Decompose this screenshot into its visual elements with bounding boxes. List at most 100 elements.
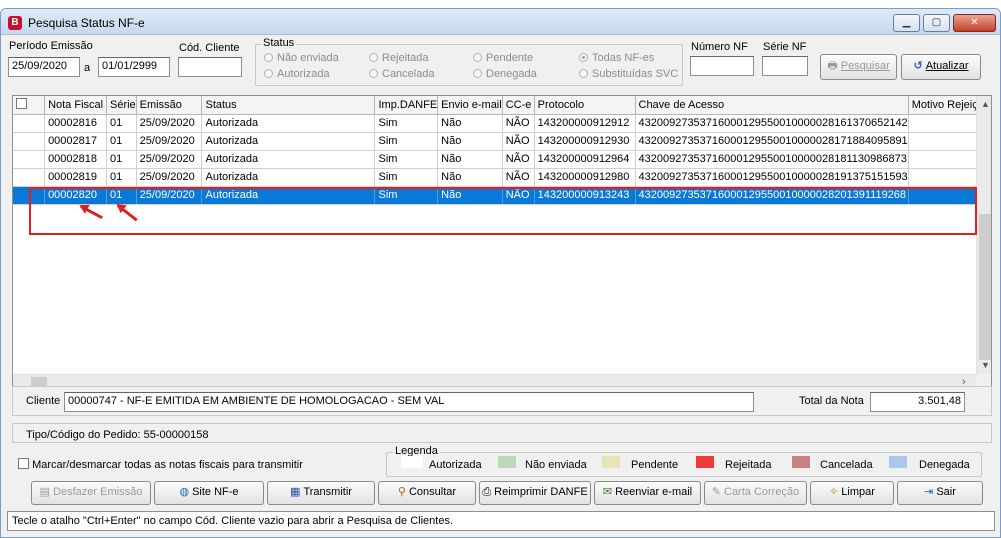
main-window: B Pesquisa Status NF-e ▁ ▢ ✕ Período Emi… — [0, 8, 1001, 538]
row-checkbox-cell[interactable] — [13, 132, 46, 151]
search-icon: 🖶 — [827, 60, 838, 72]
status-bar: Tecle o atalho "Ctrl+Enter" no campo Cód… — [7, 511, 995, 531]
minimize-button[interactable]: ▁ — [893, 14, 920, 32]
col-envio-email[interactable]: Envio e-mail — [437, 96, 503, 115]
cell-status: Autorizada — [201, 168, 376, 187]
radio-cancelada[interactable]: Cancelada — [369, 68, 435, 80]
legend-label-pendente: Pendente — [631, 459, 679, 471]
col-serie[interactable]: Série — [106, 96, 137, 115]
cell-cce: NÃO — [502, 150, 535, 169]
serie-nf-label: Série NF — [763, 41, 807, 53]
letter-icon: ✎ — [711, 486, 721, 498]
numero-nf-label: Número NF — [691, 41, 748, 53]
radio-nao-enviada[interactable]: Não enviada — [264, 52, 339, 64]
legend-label-denegada: Denegada — [919, 459, 970, 471]
col-cce[interactable]: CC-e — [502, 96, 535, 115]
radio-dot-icon — [369, 69, 378, 78]
cell-protocolo: 143200000912980 — [534, 168, 636, 187]
title-bar: B Pesquisa Status NF-e ▁ ▢ ✕ — [1, 9, 1000, 35]
nfe-grid[interactable]: Nota Fiscal Série Emissão Status Imp.DAN… — [12, 95, 992, 390]
legend-label-rejeitada: Rejeitada — [725, 459, 772, 471]
row-checkbox-cell[interactable] — [13, 114, 46, 133]
checkbox-icon[interactable] — [18, 458, 29, 469]
row-checkbox-cell[interactable] — [13, 168, 46, 187]
scroll-down-icon[interactable]: ▼ — [981, 360, 990, 370]
table-row[interactable]: 00002818 01 25/09/2020 Autorizada Sim Nã… — [13, 150, 991, 169]
col-chave-acesso[interactable]: Chave de Acesso — [635, 96, 909, 115]
cell-emissao: 25/09/2020 — [136, 150, 203, 169]
cell-protocolo: 143200000912912 — [534, 114, 636, 133]
radio-autorizada[interactable]: Autorizada — [264, 68, 330, 80]
checkbox-icon[interactable] — [16, 98, 27, 110]
radio-todas[interactable]: Todas NF-es — [579, 52, 654, 64]
table-row[interactable]: 00002819 01 25/09/2020 Autorizada Sim Nã… — [13, 168, 991, 187]
cell-serie: 01 — [106, 114, 137, 133]
radio-dot-icon — [264, 69, 273, 78]
radio-dot-icon — [473, 53, 482, 62]
col-protocolo[interactable]: Protocolo — [534, 96, 636, 115]
cell-serie: 01 — [106, 168, 137, 187]
cell-email: Não — [437, 132, 503, 151]
date-to-input[interactable]: 01/01/2999 — [98, 57, 170, 77]
scroll-thumb[interactable] — [979, 214, 991, 360]
radio-rejeitada[interactable]: Rejeitada — [369, 52, 428, 64]
col-imp-danfe[interactable]: Imp.DANFE — [374, 96, 439, 115]
cell-serie: 01 — [106, 150, 137, 169]
cell-cce: NÃO — [502, 114, 535, 133]
cell-serie: 01 — [106, 132, 137, 151]
reimprimir-danfe-button[interactable]: ⎙ Reimprimir DANFE — [479, 481, 591, 505]
close-button[interactable]: ✕ — [953, 14, 996, 32]
table-row[interactable]: 00002817 01 25/09/2020 Autorizada Sim Nã… — [13, 132, 991, 151]
cell-email: Não — [437, 150, 503, 169]
cell-danfe: Sim — [374, 114, 439, 133]
app-icon: B — [8, 16, 22, 30]
cell-chave: 4320092735371600012955001000002819137515… — [635, 168, 909, 187]
select-all-header[interactable] — [13, 96, 46, 115]
radio-pendente[interactable]: Pendente — [473, 52, 533, 64]
cell-status: Autorizada — [201, 114, 376, 133]
col-nota-fiscal[interactable]: Nota Fiscal — [44, 96, 107, 115]
numero-nf-input[interactable] — [690, 56, 754, 76]
exit-icon: ⇥ — [924, 486, 934, 498]
reenviar-email-button[interactable]: ✉ Reenviar e-mail — [594, 481, 701, 505]
vertical-scrollbar[interactable]: ▲ ▼ — [976, 96, 991, 374]
carta-correcao-button[interactable]: ✎ Carta Correção — [704, 481, 807, 505]
date-separator: a — [84, 62, 91, 74]
transmitir-button[interactable]: ▦ Transmitir — [267, 481, 375, 505]
atualizar-button[interactable]: ↺ Atualizar — [901, 54, 981, 80]
undo-doc-icon: ▤ — [39, 486, 51, 498]
maximize-button[interactable]: ▢ — [923, 14, 950, 32]
radio-substituidas[interactable]: Substituídas SVC — [579, 68, 678, 80]
consultar-button[interactable]: ⚲ Consultar — [378, 481, 476, 505]
cliente-label: Cliente — [26, 395, 61, 407]
scroll-up-icon[interactable]: ▲ — [981, 99, 990, 109]
cell-nota: 00002816 — [44, 114, 107, 133]
radio-dot-icon — [473, 69, 482, 78]
cell-status: Autorizada — [201, 132, 376, 151]
marcar-todas-checkbox[interactable]: Marcar/desmarcar todas as notas fiscais … — [18, 458, 303, 471]
printer-icon: ⎙ — [482, 486, 492, 498]
sair-button[interactable]: ⇥ Sair — [897, 481, 983, 505]
email-icon: ✉ — [602, 486, 613, 498]
legend-swatch-cancelada — [792, 456, 810, 468]
pesquisar-button[interactable]: 🖶 Pesquisar — [820, 54, 897, 80]
desfazer-emissao-button[interactable]: ▤ Desfazer Emissão — [31, 481, 151, 505]
radio-dot-icon — [579, 69, 588, 78]
date-from-input[interactable]: 25/09/2020 — [8, 57, 80, 77]
radio-denegada[interactable]: Denegada — [473, 68, 537, 80]
serie-nf-input[interactable] — [762, 56, 808, 76]
consult-icon: ⚲ — [397, 486, 406, 498]
limpar-button[interactable]: ✧ Limpar — [810, 481, 894, 505]
cell-status: Autorizada — [201, 150, 376, 169]
table-row[interactable]: 00002816 01 25/09/2020 Autorizada Sim Nã… — [13, 114, 991, 133]
cell-chave: 4320092735371600012955001000002816137065… — [635, 114, 909, 133]
cell-emissao: 25/09/2020 — [136, 114, 203, 133]
cell-email: Não — [437, 168, 503, 187]
col-emissao[interactable]: Emissão — [136, 96, 203, 115]
cliente-code-input[interactable] — [178, 57, 242, 77]
site-nfe-button[interactable]: ◍ Site NF-e — [154, 481, 264, 505]
row-checkbox-cell[interactable] — [13, 150, 46, 169]
annotation-highlight-box — [29, 187, 977, 235]
col-status[interactable]: Status — [201, 96, 376, 115]
legend-swatch-nao-enviada — [498, 456, 516, 468]
